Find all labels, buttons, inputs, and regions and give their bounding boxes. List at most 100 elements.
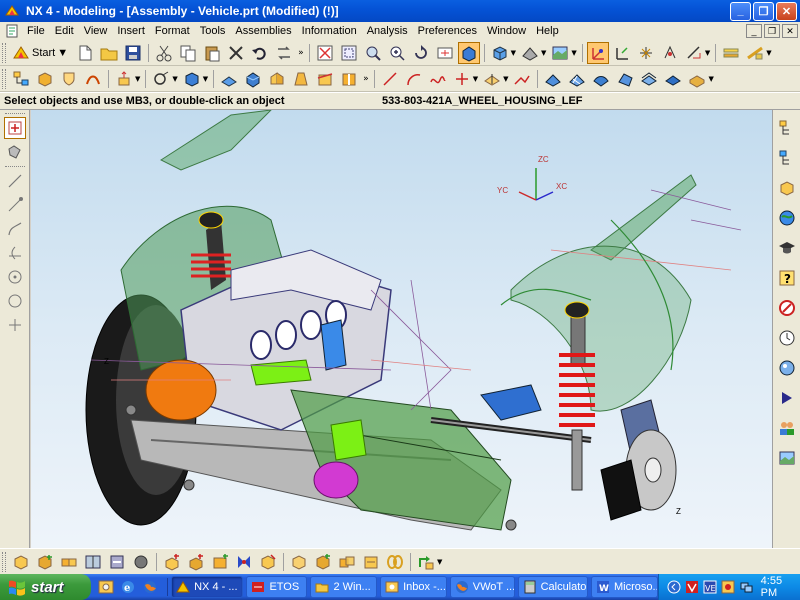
menu-window[interactable]: Window (482, 22, 531, 40)
wcs-dynamics-icon[interactable] (586, 41, 609, 64)
menu-insert[interactable]: Insert (112, 22, 150, 40)
n-sided-surface-icon[interactable] (614, 68, 636, 90)
control-arm[interactable] (480, 384, 542, 421)
datum-dropdown-icon[interactable]: ▼ (503, 75, 508, 83)
taskbar-button-inbox[interactable]: Inbox -... (380, 576, 447, 598)
repeat-command-icon[interactable] (273, 42, 295, 64)
wcs-dropdown-icon[interactable]: ▼ (705, 49, 710, 57)
minimize-button[interactable]: _ (730, 1, 751, 21)
snap-end-point-icon[interactable] (4, 194, 26, 216)
taskbar-button-calculator[interactable]: Calculator (517, 576, 588, 598)
roles-people-tab-icon[interactable] (776, 416, 798, 440)
doc-close-button[interactable]: ✕ (782, 24, 798, 38)
curve-edit-icon[interactable] (511, 68, 533, 90)
wcs-origin-icon[interactable] (611, 42, 633, 64)
taskbar-button-microsoft-word[interactable]: W Microso... (591, 576, 658, 598)
menu-view[interactable]: View (79, 22, 113, 40)
help-tab-icon[interactable]: ? (776, 266, 798, 290)
split-body-icon[interactable] (338, 68, 360, 90)
through-curves-icon[interactable] (542, 68, 564, 90)
menu-help[interactable]: Help (531, 22, 564, 40)
update-tray-icon[interactable] (721, 580, 735, 594)
variational-dropdown-icon[interactable]: ▼ (437, 558, 442, 566)
trim-body-icon[interactable] (314, 68, 336, 90)
layer-dropdown-icon[interactable]: ▼ (766, 49, 771, 57)
select-filter-icon[interactable] (4, 141, 26, 163)
network-tray-icon[interactable] (739, 580, 753, 594)
exploded-views-icon[interactable] (257, 551, 279, 573)
assembly-model-view[interactable]: ZC YC XC Z Z (31, 110, 772, 548)
draft-icon[interactable] (290, 68, 312, 90)
menu-information[interactable]: Information (297, 22, 362, 40)
render-style-icon[interactable] (519, 42, 541, 64)
assembly-navigator-tab-icon[interactable] (776, 116, 798, 140)
spline-icon[interactable] (427, 68, 449, 90)
toolbar-more-icon[interactable]: » (363, 74, 369, 84)
start-button[interactable]: Start ▼ (9, 42, 73, 64)
orient-view-icon[interactable] (489, 42, 511, 64)
menu-analysis[interactable]: Analysis (362, 22, 413, 40)
interference-icon[interactable] (336, 551, 358, 573)
bracket[interactable] (330, 419, 367, 461)
new-file-icon[interactable] (74, 42, 96, 64)
fender-panel[interactable] (159, 110, 272, 171)
start-dropdown-icon[interactable]: ▼ (57, 47, 68, 59)
ie-quicklaunch-icon[interactable]: e (119, 578, 137, 596)
component-array-icon[interactable] (58, 551, 80, 573)
block-dropdown-icon[interactable]: ▼ (203, 75, 208, 83)
toolbar-grip[interactable] (2, 42, 6, 63)
layer-visible-icon[interactable] (744, 42, 766, 64)
graphics-window[interactable]: ZC YC XC Z Z (31, 110, 772, 548)
doc-minimize-button[interactable]: _ (746, 24, 762, 38)
arc-icon[interactable] (403, 68, 425, 90)
part-navigator-tab-icon[interactable] (776, 146, 798, 170)
shield-part-icon[interactable] (58, 68, 80, 90)
roles-tab-icon[interactable] (776, 296, 798, 320)
pan-icon[interactable] (434, 42, 456, 64)
render-style-dropdown-icon[interactable]: ▼ (541, 49, 546, 57)
link-icon[interactable] (384, 551, 406, 573)
maximize-button[interactable]: ❐ (753, 1, 774, 21)
background-dropdown-icon[interactable]: ▼ (571, 49, 576, 57)
history-tab-icon[interactable] (776, 176, 798, 200)
snap-tangent-icon[interactable] (4, 242, 26, 264)
block-icon[interactable] (181, 68, 203, 90)
toolbar-more-icon[interactable]: » (298, 48, 304, 58)
edge-blend-icon[interactable] (218, 68, 240, 90)
rotate-icon[interactable] (410, 42, 432, 64)
alternator[interactable] (145, 359, 217, 421)
paste-icon[interactable] (201, 42, 223, 64)
taskbar-button-windows-explorer[interactable]: 2 Win... (310, 576, 378, 598)
zoom-in-out-icon[interactable] (386, 42, 408, 64)
cut-icon[interactable] (153, 42, 175, 64)
sketch-dropdown-icon[interactable]: ▼ (172, 75, 177, 83)
assembly-cut-icon[interactable] (233, 551, 255, 573)
chamfer-icon[interactable] (242, 68, 264, 90)
snap-center-icon[interactable] (4, 266, 26, 288)
snap-circle-icon[interactable] (4, 290, 26, 312)
mirror-assembly-icon[interactable] (82, 551, 104, 573)
wcs-orient-icon[interactable] (659, 42, 681, 64)
doc-restore-button[interactable]: ❐ (764, 24, 780, 38)
nx-app-icon[interactable] (4, 3, 20, 19)
extrude-dropdown-icon[interactable]: ▼ (135, 75, 140, 83)
bracket-upper[interactable] (250, 359, 312, 386)
orient-view-dropdown-icon[interactable]: ▼ (511, 49, 516, 57)
sew-icon[interactable] (662, 68, 684, 90)
process-studio-tab-icon[interactable] (776, 386, 798, 410)
point-dropdown-icon[interactable]: ▼ (473, 75, 478, 83)
offset-surface-icon[interactable] (638, 68, 660, 90)
clock[interactable]: 4:55 PM (761, 575, 794, 599)
thicken-icon[interactable] (686, 68, 708, 90)
clearance-analysis-icon[interactable] (360, 551, 382, 573)
windows-start-button[interactable]: start (0, 574, 92, 600)
history-clock-tab-icon[interactable] (776, 326, 798, 350)
title-bar[interactable]: NX 4 - Modeling - [Assembly - Vehicle.pr… (0, 0, 800, 22)
antivirus-tray-icon[interactable] (685, 580, 699, 594)
system-scenes-tab-icon[interactable] (776, 446, 798, 470)
coolant-pipe[interactable] (320, 319, 347, 371)
taskbar-button-etos[interactable]: ETOS (246, 576, 308, 598)
datum-plane-icon[interactable] (481, 68, 503, 90)
sequence-icon[interactable] (312, 551, 334, 573)
through-curve-mesh-icon[interactable] (566, 68, 588, 90)
